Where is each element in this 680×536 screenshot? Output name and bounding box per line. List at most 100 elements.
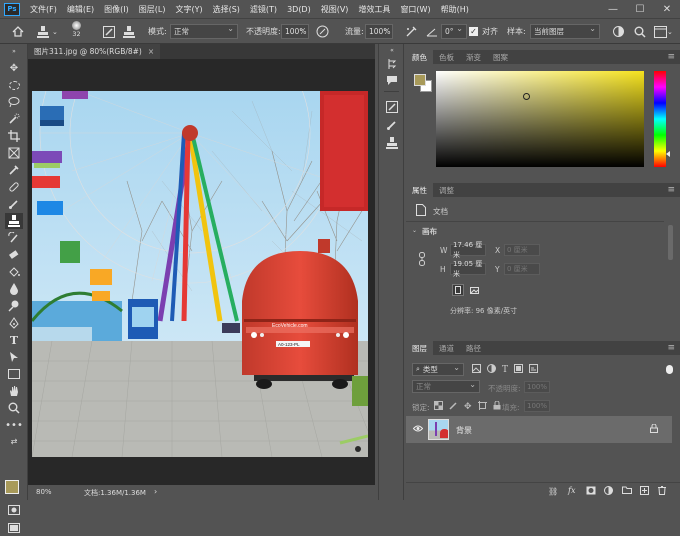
pen-tool-icon[interactable] xyxy=(5,315,23,331)
workspace-icon[interactable]: ⌄ xyxy=(654,23,673,40)
menu-filter[interactable]: 滤镜(T) xyxy=(245,4,282,15)
blend-mode-dropdown[interactable]: 正常 xyxy=(412,380,480,393)
layer-visibility-eye-icon[interactable] xyxy=(412,425,424,434)
blur-tool-icon[interactable] xyxy=(5,281,23,297)
layer-name[interactable]: 背景 xyxy=(456,425,472,436)
lock-position-icon[interactable]: ✥ xyxy=(464,402,472,412)
close-document-icon[interactable]: × xyxy=(148,47,154,56)
zoom-tool-icon[interactable] xyxy=(5,400,23,416)
toolbar-collapse-icon[interactable]: » xyxy=(5,47,23,55)
history-brush-tool-icon[interactable] xyxy=(5,230,23,246)
layer-style-icon[interactable]: fx xyxy=(568,486,575,495)
link-dimensions-icon[interactable] xyxy=(418,252,426,268)
quick-selection-tool-icon[interactable] xyxy=(5,111,23,127)
rectangle-tool-icon[interactable] xyxy=(5,366,23,382)
eraser-tool-icon[interactable] xyxy=(5,247,23,263)
brushes-panel-icon[interactable] xyxy=(385,118,399,132)
lock-pixels-icon[interactable] xyxy=(449,401,458,412)
color-panel-menu-icon[interactable]: ≡ xyxy=(667,52,675,62)
comments-panel-icon[interactable] xyxy=(385,73,399,87)
zoom-level[interactable]: 80% xyxy=(36,488,52,496)
layer-lock-icon[interactable] xyxy=(650,423,658,435)
screen-mode-icon[interactable] xyxy=(5,520,23,536)
new-layer-icon[interactable] xyxy=(640,486,649,497)
home-icon[interactable] xyxy=(12,23,24,40)
height-input[interactable]: 19.05 厘米 xyxy=(450,260,486,278)
move-tool-icon[interactable]: ✥ xyxy=(5,60,23,76)
clone-source-panel-icon[interactable] xyxy=(385,136,399,150)
menu-plugins[interactable]: 增效工具 xyxy=(353,4,395,15)
tab-layers[interactable]: 图层 xyxy=(406,341,433,355)
crop-tool-icon[interactable] xyxy=(5,128,23,144)
tab-channels[interactable]: 通道 xyxy=(433,341,460,355)
tab-color[interactable]: 颜色 xyxy=(406,50,433,64)
layer-row[interactable]: 背景 xyxy=(406,416,672,443)
tab-properties[interactable]: 属性 xyxy=(406,183,433,197)
tab-gradients[interactable]: 渐变 xyxy=(460,50,487,64)
filter-pixel-icon[interactable] xyxy=(472,364,481,375)
menu-file[interactable]: 文件(F) xyxy=(25,4,62,15)
search-icon[interactable] xyxy=(634,23,646,40)
properties-panel-menu-icon[interactable]: ≡ xyxy=(667,185,675,195)
dodge-tool-icon[interactable] xyxy=(5,298,23,314)
portrait-orientation-icon[interactable] xyxy=(452,284,464,296)
landscape-orientation-icon[interactable] xyxy=(468,284,480,296)
filter-type-icon[interactable]: T xyxy=(502,365,508,375)
color-picker-field[interactable] xyxy=(436,71,644,167)
opacity-input[interactable]: 100% xyxy=(281,24,309,39)
maximize-button[interactable]: ☐ xyxy=(627,0,653,18)
angle-input[interactable]: 0° xyxy=(441,24,467,39)
menu-edit[interactable]: 编辑(E) xyxy=(62,4,99,15)
color-picker-cursor[interactable] xyxy=(523,93,530,100)
clone-source-icon[interactable] xyxy=(123,23,136,40)
add-mask-icon[interactable] xyxy=(586,486,596,497)
layers-panel-menu-icon[interactable]: ≡ xyxy=(667,343,675,353)
tab-paths[interactable]: 路径 xyxy=(460,341,487,355)
tab-swatches[interactable]: 色板 xyxy=(433,50,460,64)
marquee-tool-icon[interactable] xyxy=(5,77,23,93)
more-tools-icon[interactable]: ••• xyxy=(5,417,23,433)
tool-preset-picker[interactable]: ⌄ xyxy=(36,23,58,40)
hand-tool-icon[interactable] xyxy=(5,383,23,399)
menu-select[interactable]: 选择(S) xyxy=(208,4,245,15)
layer-opacity-input[interactable]: 100% xyxy=(524,381,550,393)
menu-3d[interactable]: 3D(D) xyxy=(282,5,316,14)
document-info[interactable]: 文档:1.36M/1.36M xyxy=(84,488,146,498)
airbrush-icon[interactable] xyxy=(405,23,418,40)
type-tool-icon[interactable]: T xyxy=(5,332,23,348)
tab-patterns[interactable]: 图案 xyxy=(487,50,514,64)
lock-all-icon[interactable] xyxy=(493,400,501,412)
healing-brush-tool-icon[interactable] xyxy=(5,179,23,195)
filter-shape-icon[interactable] xyxy=(514,364,524,375)
align-checkbox[interactable]: ✓ 对齐 xyxy=(469,23,498,40)
lasso-tool-icon[interactable] xyxy=(5,94,23,110)
width-input[interactable]: 17.46 厘米 xyxy=(450,241,486,259)
x-input[interactable]: 0 厘米 xyxy=(504,244,540,256)
foreground-color-swatch[interactable] xyxy=(5,480,19,494)
dock-collapse-icon[interactable]: « xyxy=(385,46,399,54)
frame-tool-icon[interactable] xyxy=(5,145,23,161)
menu-image[interactable]: 图像(I) xyxy=(99,4,134,15)
minimize-button[interactable]: — xyxy=(600,0,626,18)
menu-type[interactable]: 文字(Y) xyxy=(170,4,207,15)
paint-bucket-tool-icon[interactable] xyxy=(5,264,23,280)
lock-artboard-icon[interactable] xyxy=(477,401,487,412)
brush-tool-icon[interactable] xyxy=(5,196,23,212)
quick-mask-icon[interactable] xyxy=(5,502,23,518)
delete-layer-icon[interactable] xyxy=(658,486,666,497)
layer-filter-dropdown[interactable]: ⌕ 类型 xyxy=(412,363,464,376)
menu-view[interactable]: 视图(V) xyxy=(316,4,354,15)
document-tab[interactable]: 图片311.jpg @ 80%(RGB/8#) × xyxy=(28,44,161,59)
hue-slider[interactable] xyxy=(654,71,670,167)
y-input[interactable]: 0 厘米 xyxy=(504,263,540,275)
sample-dropdown[interactable]: 当前图层 xyxy=(530,24,600,39)
brush-settings-icon[interactable] xyxy=(103,23,115,40)
eyedropper-tool-icon[interactable] xyxy=(5,162,23,178)
brush-settings-panel-icon[interactable] xyxy=(385,100,399,114)
menu-layer[interactable]: 图层(L) xyxy=(134,4,171,15)
filter-adjustment-icon[interactable] xyxy=(487,364,496,375)
new-adjustment-layer-icon[interactable] xyxy=(604,486,613,497)
menu-help[interactable]: 帮助(H) xyxy=(436,4,474,15)
flow-input[interactable]: 100% xyxy=(365,24,393,39)
ignore-adjustment-icon[interactable] xyxy=(612,23,625,40)
